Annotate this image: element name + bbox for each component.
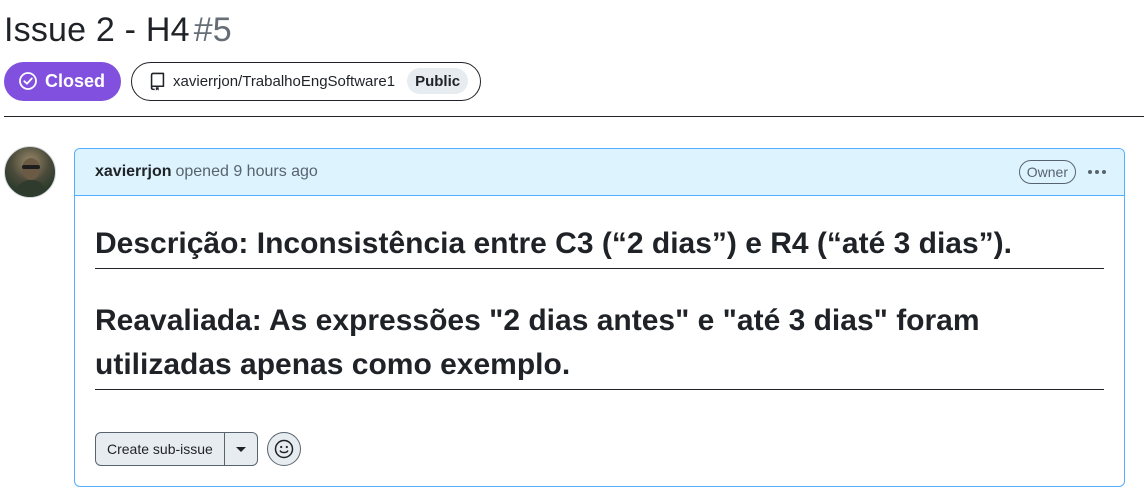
opened-timestamp[interactable]: opened 9 hours ago [175,163,317,181]
repository-name: xavierrjon/TrabalhoEngSoftware1 [173,72,396,90]
description-heading: Descrição: Inconsistência entre C3 (“2 d… [95,222,1104,269]
state-badge: Closed [4,61,122,101]
reevaluation-heading: Reavaliada: As expressões "2 dias antes"… [95,299,1104,390]
issue-number: #5 [193,11,232,49]
repository-link[interactable]: xavierrjon/TrabalhoEngSoftware1 Public [131,61,482,101]
comment-actions: Create sub-issue [95,432,301,466]
issue-page: Issue 2 - H4 #5 Closed xavierrjon/Trabalh… [0,0,1144,488]
triangle-down-icon [235,446,246,452]
author-link[interactable]: xavierrjon [95,163,171,181]
state-label: Closed [45,70,106,91]
issue-title-heading: Issue 2 - H4 #5 [4,8,232,52]
add-reaction-button[interactable] [266,432,301,466]
issue-comment: xavierrjon opened 9 hours ago Owner Desc… [74,148,1125,487]
header-divider [4,116,1144,117]
comment-body: Descrição: Inconsistência entre C3 (“2 d… [75,196,1124,390]
create-sub-issue-button[interactable]: Create sub-issue [96,433,225,465]
create-sub-issue-dropdown[interactable] [225,433,257,465]
issue-title: Issue 2 - H4 [4,11,190,49]
comment-header: xavierrjon opened 9 hours ago Owner [75,149,1124,196]
issue-meta-row: Closed xavierrjon/TrabalhoEngSoftware1 P… [4,61,482,101]
smiley-icon [274,439,294,459]
avatar-image [13,158,49,197]
owner-badge: Owner [1018,160,1076,184]
create-sub-issue-group: Create sub-issue [95,432,258,466]
visibility-badge: Public [407,68,469,94]
check-circle-icon [19,72,37,90]
avatar[interactable] [4,146,56,198]
repo-icon [150,72,165,91]
kebab-horizontal-icon[interactable] [1088,170,1106,174]
